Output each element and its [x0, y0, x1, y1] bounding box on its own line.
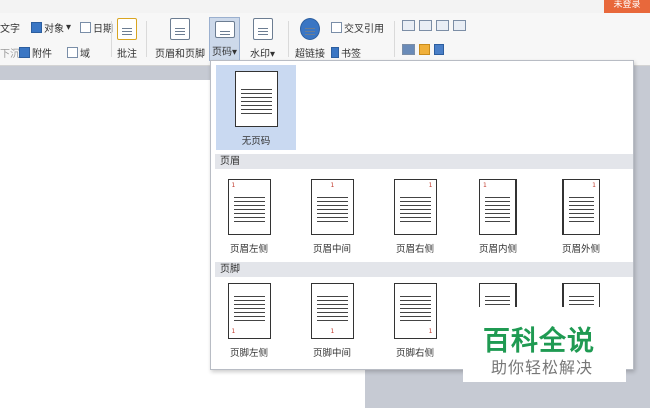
- page-preview-icon: 1: [393, 283, 437, 339]
- page-preview-icon: 1: [479, 179, 517, 235]
- page-preview-icon: 1: [227, 283, 271, 339]
- object-button[interactable]: 对象 ▾: [31, 20, 71, 35]
- bookmark-label: 书签: [341, 49, 361, 60]
- header-footer-button[interactable]: 页眉和页脚: [155, 18, 205, 60]
- object-label: 对象: [44, 24, 64, 35]
- header-footer-icon: [170, 18, 190, 40]
- date-button[interactable]: 日期: [80, 20, 113, 35]
- hyperlink-button[interactable]: 超链接: [295, 18, 325, 60]
- title-strip: [0, 0, 650, 13]
- divider: [146, 21, 147, 57]
- footer-section-title: 页脚: [215, 262, 633, 277]
- insert-ribbon: 文字 对象 ▾ 日期 下沉 附件 域 批注 页眉和页脚 页码▾ 水印▾ 超链接 …: [0, 13, 650, 66]
- attachment-icon: [19, 47, 30, 58]
- page-preview-icon: 1: [227, 179, 271, 235]
- page-preview-icon: 1: [562, 179, 600, 235]
- drop-cap-label: 下沉: [0, 49, 20, 60]
- logo-subtitle: 助你轻松解决: [491, 358, 594, 377]
- watermark-button[interactable]: 水印▾: [250, 18, 275, 60]
- lock-icon[interactable]: [434, 44, 444, 55]
- text-button[interactable]: 文字: [0, 20, 20, 35]
- text-label: 文字: [0, 24, 20, 35]
- checkbox-control-icon[interactable]: [419, 20, 432, 31]
- page-preview-icon: 1: [393, 179, 437, 235]
- form-tools-row: [402, 44, 446, 55]
- divider: [111, 21, 112, 57]
- chevron-down-icon: ▾: [66, 22, 72, 33]
- footer-center-option[interactable]: 1 页脚中间: [292, 277, 372, 359]
- page-number-button[interactable]: 页码▾: [209, 17, 241, 61]
- form-controls-row: [402, 20, 468, 31]
- header-left-option[interactable]: 1 页眉左侧: [209, 173, 289, 255]
- object-icon: [31, 22, 42, 33]
- comment-label: 批注: [117, 49, 137, 60]
- calendar-icon: [80, 22, 91, 33]
- cross-reference-button[interactable]: 交叉引用: [331, 20, 384, 35]
- logo-title: 百科全说: [483, 326, 595, 357]
- page-number-label: 页码▾: [212, 47, 238, 58]
- bookmark-button[interactable]: 书签: [331, 45, 361, 60]
- login-status-button[interactable]: 未登录: [604, 0, 650, 13]
- page-preview-icon: [234, 71, 278, 127]
- header-right-option[interactable]: 1 页眉右侧: [375, 173, 455, 255]
- option-label: 无页码: [241, 136, 271, 147]
- comment-icon: [117, 18, 137, 40]
- textbox-control-icon[interactable]: [402, 20, 415, 31]
- field-label: 域: [80, 49, 90, 60]
- image-control-icon[interactable]: [453, 20, 466, 31]
- divider: [394, 21, 395, 57]
- control-properties-icon[interactable]: [402, 44, 415, 55]
- page-preview-icon: 1: [310, 179, 354, 235]
- field-button[interactable]: 域: [67, 45, 90, 60]
- footer-right-option[interactable]: 1 页脚右侧: [375, 277, 455, 359]
- attachment-label: 附件: [32, 49, 52, 60]
- site-watermark-logo: 百科全说 助你轻松解决: [463, 307, 626, 382]
- eraser-icon[interactable]: [419, 44, 430, 55]
- page-number-icon: [214, 21, 235, 38]
- header-section-title: 页眉: [215, 154, 633, 169]
- header-footer-label: 页眉和页脚: [155, 49, 205, 60]
- header-outside-option[interactable]: 1 页眉外侧: [541, 173, 621, 255]
- divider: [288, 21, 289, 57]
- header-inside-option[interactable]: 1 页眉内侧: [458, 173, 538, 255]
- attachment-button[interactable]: 附件: [19, 45, 52, 60]
- date-label: 日期: [93, 24, 113, 35]
- footer-left-option[interactable]: 1 页脚左侧: [209, 277, 289, 359]
- watermark-label: 水印▾: [250, 49, 276, 60]
- hyperlink-label: 超链接: [295, 49, 325, 60]
- drop-cap-button[interactable]: 下沉: [0, 45, 20, 60]
- dropdown-control-icon[interactable]: [436, 20, 449, 31]
- cross-reference-icon: [331, 22, 342, 33]
- field-icon: [67, 47, 78, 58]
- comment-button[interactable]: 批注: [117, 18, 137, 60]
- watermark-icon: [252, 18, 273, 40]
- bookmark-icon: [331, 47, 339, 58]
- header-center-option[interactable]: 1 页眉中间: [292, 173, 372, 255]
- globe-link-icon: [300, 18, 320, 40]
- no-page-number-option[interactable]: 无页码: [216, 65, 296, 150]
- page-preview-icon: 1: [310, 283, 354, 339]
- cross-reference-label: 交叉引用: [344, 24, 384, 35]
